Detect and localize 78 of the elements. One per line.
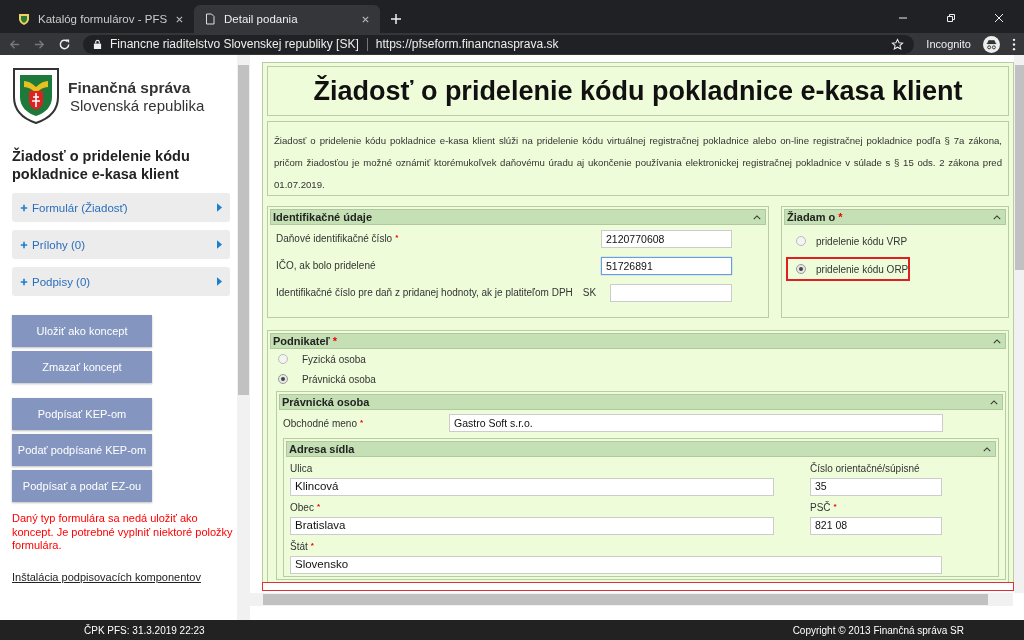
- browser-tab[interactable]: Katalóg formulárov - PFS: [8, 5, 194, 33]
- plus-icon: [20, 203, 28, 212]
- triangle-icon: [217, 277, 222, 286]
- reload-icon[interactable]: [58, 37, 71, 51]
- profile-label: Incognito: [926, 38, 971, 50]
- option-label: pridelenie kódu ORP: [816, 263, 909, 275]
- input-field[interactable]: 2120770608: [601, 229, 732, 248]
- input-field[interactable]: 35: [810, 478, 942, 496]
- field-label: PSČ *: [810, 502, 838, 513]
- emblem-logo: [12, 67, 60, 125]
- option-label: Právnická osoba: [302, 373, 376, 385]
- scrollbar[interactable]: [237, 55, 250, 620]
- footer-text: ČPK PFS: 31.3.2019 22:23: [84, 624, 205, 636]
- field-label: Daňové identifikačné číslo *: [276, 233, 400, 244]
- plus-icon: [20, 240, 28, 249]
- close-icon[interactable]: [175, 14, 184, 24]
- panel-header[interactable]: Podnikateľ *: [270, 333, 1006, 349]
- error-message: Daný typ formulára sa nedá uložiť ako koncept. Je potrebné vyplniť niektoré položky formulára.: [12, 512, 234, 553]
- option-label: Fyzická osoba: [302, 353, 366, 365]
- shield-icon: [18, 13, 30, 25]
- input-field[interactable]: Gastro Soft s.r.o.: [449, 414, 943, 432]
- option-label: pridelenie kódu VRP: [816, 235, 908, 247]
- triangle-icon: [217, 203, 222, 212]
- scrollbar[interactable]: [1014, 55, 1024, 593]
- tab-title: Detail podania: [224, 13, 299, 25]
- site-name: Financne riaditelstvo Slovenskej republiky [SK]: [110, 37, 359, 51]
- input-field[interactable]: [610, 283, 732, 302]
- incognito-icon[interactable]: [983, 35, 1000, 53]
- document-icon: [204, 13, 216, 25]
- field-label: Obchodné meno *: [283, 417, 365, 429]
- browser-tab[interactable]: Detail podania: [194, 5, 380, 33]
- address-bar[interactable]: Financne riaditelstvo Slovenskej republiky [SK] https://pfseform.financnasprava.sk: [83, 34, 915, 54]
- close-icon[interactable]: [361, 14, 370, 24]
- chevron-up-icon[interactable]: [983, 446, 991, 452]
- form-description: Žiadosť o pridelenie kódu pokladnice e-kasa klient slúži na pridelenie kódu virtuálnej registračnej pokladnice alebo on-line registračnej pokladnice podľa § 7a zákona, pričom žiadosťou je možné oznámiť ktorémukoľvek daňovému úradu aj ukončenie používania elektronickej registračnej pokladnice v súlade s § 15 ods. 2 zákona pred 01.07.2019.: [267, 121, 1009, 196]
- panel-header[interactable]: Právnická osoba: [279, 394, 1003, 410]
- chevron-up-icon[interactable]: [990, 399, 998, 405]
- restore-icon[interactable]: [946, 13, 956, 23]
- form-title: Žiadosť o pridelenie kódu pokladnice e-kasa klient: [12, 147, 191, 183]
- section-item[interactable]: Prílohy (0): [12, 230, 230, 259]
- panel-header[interactable]: Žiadam o *: [784, 209, 1006, 225]
- radio-button[interactable]: [278, 354, 288, 364]
- panel-header[interactable]: Adresa sídla: [286, 441, 996, 457]
- radio-button[interactable]: [796, 236, 806, 246]
- field-label: Ulica: [290, 463, 314, 474]
- brand-subtitle: Slovenská republika: [70, 96, 205, 114]
- field-label: Identifikačné číslo pre daň z pridanej hodnoty, ak je platiteľom DPH: [276, 287, 573, 298]
- field-label: Štát *: [290, 541, 315, 552]
- copyright-text: Copyright © 2013 Finančná správa SR: [792, 624, 964, 636]
- plus-icon: [20, 277, 28, 286]
- tab-title: Katalóg formulárov - PFS: [38, 13, 168, 25]
- scrollbar[interactable]: [250, 593, 1013, 606]
- field-label: Číslo orientačné/súpisné: [810, 463, 921, 474]
- input-field[interactable]: Klincová: [290, 478, 774, 496]
- lock-icon: [93, 38, 102, 50]
- chevron-up-icon[interactable]: [993, 214, 1001, 220]
- radio-button[interactable]: [796, 264, 806, 274]
- triangle-icon: [217, 240, 222, 249]
- menu-icon[interactable]: [1012, 37, 1016, 51]
- field-label: Obec *: [290, 502, 322, 513]
- input-field[interactable]: 51726891: [601, 256, 732, 275]
- input-field[interactable]: Slovensko: [290, 556, 942, 574]
- chevron-up-icon[interactable]: [993, 338, 1001, 344]
- install-link[interactable]: Inštalácia podpisovacích komponentov: [12, 570, 237, 583]
- chevron-up-icon[interactable]: [753, 214, 761, 220]
- brand-name: Finančná správa: [68, 78, 192, 97]
- radio-button[interactable]: [278, 374, 288, 384]
- url-text: https://pfseform.financnasprava.sk: [375, 37, 559, 51]
- section-item[interactable]: Podpisy (0): [12, 267, 230, 296]
- input-field[interactable]: Bratislava: [290, 517, 774, 535]
- panel-header[interactable]: Identifikačné údaje: [270, 209, 766, 225]
- field-prefix: SK: [582, 287, 597, 298]
- field-label: IČO, ak bolo pridelené: [276, 260, 377, 271]
- section-item[interactable]: Formulár (Žiadosť): [12, 193, 230, 222]
- input-field[interactable]: 821 08: [810, 517, 942, 535]
- form-heading: Žiadosť o pridelenie kódu pokladnice e-kasa klient: [267, 66, 1009, 116]
- star-icon[interactable]: [891, 37, 905, 51]
- new-tab-icon[interactable]: [390, 13, 402, 25]
